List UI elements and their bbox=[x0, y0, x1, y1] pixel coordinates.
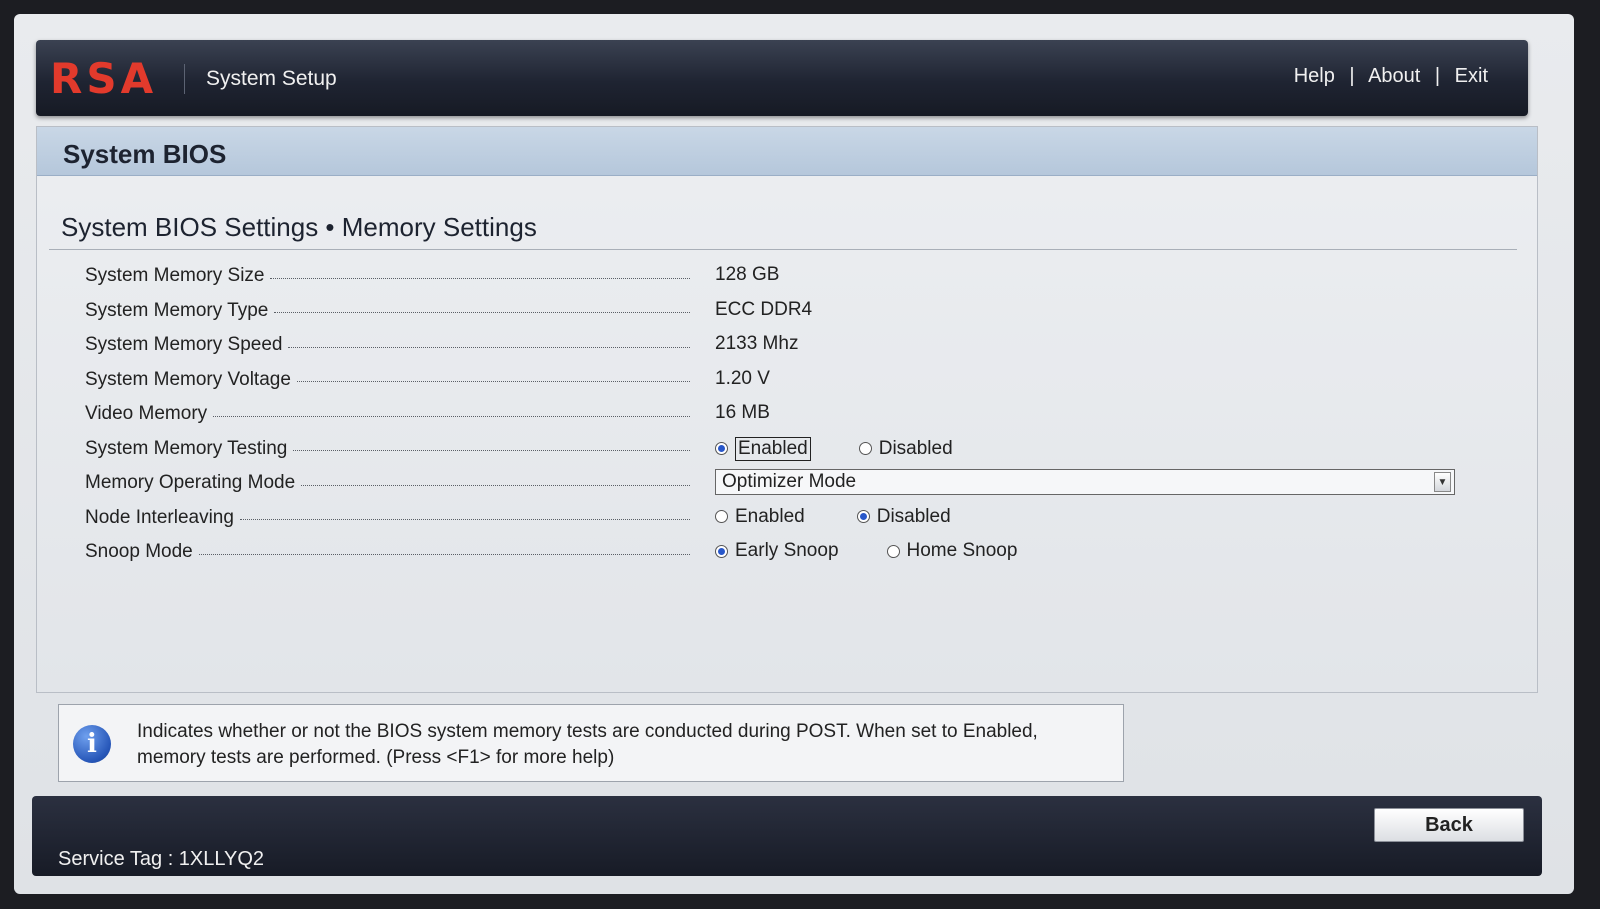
chevron-down-icon[interactable]: ▼ bbox=[1434, 472, 1451, 492]
radio-dot bbox=[886, 544, 900, 558]
radio-label: Early Snoop bbox=[735, 540, 839, 561]
setting-row-operating-mode: Memory Operating Mode Optimizer Mode ▼ bbox=[85, 466, 1515, 501]
setting-row-snoop-mode: Snoop Mode Early Snoop Home Snoop bbox=[85, 535, 1515, 570]
radio-dot bbox=[715, 442, 728, 455]
video-memory-value: 16 MB bbox=[715, 402, 770, 423]
setting-label: System Memory Voltage bbox=[85, 368, 291, 390]
setting-row-memory-testing: System Memory Testing Enabled Disabled bbox=[85, 432, 1515, 467]
link-separator: | bbox=[1349, 65, 1355, 87]
dotted-leader bbox=[301, 484, 690, 486]
info-icon: i bbox=[73, 725, 111, 763]
section-title: System BIOS Settings • Memory Settings bbox=[61, 212, 537, 242]
help-box: i Indicates whether or not the BIOS syst… bbox=[58, 704, 1124, 782]
setting-label: Video Memory bbox=[85, 403, 208, 424]
radio-label: Disabled bbox=[878, 437, 953, 459]
setting-label: System Memory Type bbox=[85, 299, 269, 321]
memory-testing-disabled-radio[interactable]: Disabled bbox=[858, 437, 953, 460]
operating-mode-select[interactable]: Optimizer Mode ▼ bbox=[715, 469, 1455, 495]
panel-header: System BIOS bbox=[37, 127, 1537, 176]
dotted-leader bbox=[274, 312, 690, 313]
setting-row-node-interleaving: Node Interleaving Enabled Disabled bbox=[85, 501, 1515, 536]
setting-label: Snoop Mode bbox=[85, 541, 193, 562]
radio-label: Enabled bbox=[735, 436, 811, 461]
home-snoop-radio[interactable]: Home Snoop bbox=[886, 540, 1018, 562]
radio-label: Home Snoop bbox=[906, 540, 1018, 561]
memory-speed-value: 2133 Mhz bbox=[715, 333, 799, 354]
section-divider bbox=[49, 249, 1517, 250]
panel-title: System BIOS bbox=[63, 139, 227, 169]
memory-voltage-value: 1.20 V bbox=[715, 367, 770, 389]
dotted-leader bbox=[239, 519, 690, 520]
settings-panel: System BIOS System BIOS Settings • Memor… bbox=[36, 126, 1538, 693]
dotted-leader bbox=[270, 277, 690, 279]
setting-row-video-memory: Video Memory 16 MB bbox=[85, 397, 1515, 432]
setting-row-memory-type: System Memory Type ECC DDR4 bbox=[85, 294, 1515, 329]
memory-testing-enabled-radio[interactable]: Enabled bbox=[715, 436, 811, 461]
node-interleaving-enabled-radio[interactable]: Enabled bbox=[715, 506, 805, 528]
dotted-leader bbox=[198, 553, 690, 555]
node-interleaving-disabled-radio[interactable]: Disabled bbox=[856, 505, 951, 528]
radio-dot bbox=[715, 544, 728, 558]
radio-label: Disabled bbox=[876, 505, 951, 527]
setting-label: Node Interleaving bbox=[85, 506, 234, 528]
header-divider bbox=[184, 64, 185, 94]
setting-label: System Memory Testing bbox=[85, 437, 288, 459]
help-link[interactable]: Help bbox=[1294, 65, 1335, 87]
footer-bar: Service Tag : 1XLLYQ2 Back bbox=[32, 796, 1542, 876]
app-title: System Setup bbox=[206, 67, 337, 90]
settings-list: System Memory Size 128 GB System Memory … bbox=[85, 259, 1515, 570]
setting-label: System Memory Size bbox=[85, 265, 265, 286]
dotted-leader bbox=[296, 381, 690, 382]
radio-dot bbox=[856, 510, 870, 523]
about-link[interactable]: About bbox=[1368, 65, 1420, 87]
setting-row-memory-size: System Memory Size 128 GB bbox=[85, 259, 1515, 294]
early-snoop-radio[interactable]: Early Snoop bbox=[715, 540, 839, 562]
bios-screen: RSA System Setup Help | About | Exit Sys… bbox=[14, 14, 1574, 894]
select-value: Optimizer Mode bbox=[722, 471, 857, 492]
setting-row-memory-speed: System Memory Speed 2133 Mhz bbox=[85, 328, 1515, 363]
exit-link[interactable]: Exit bbox=[1455, 65, 1488, 87]
setting-row-memory-voltage: System Memory Voltage 1.20 V bbox=[85, 363, 1515, 398]
memory-size-value: 128 GB bbox=[715, 264, 780, 285]
dotted-leader bbox=[293, 450, 690, 451]
dotted-leader bbox=[288, 346, 690, 348]
top-header: RSA System Setup Help | About | Exit bbox=[36, 40, 1528, 116]
rsa-logo: RSA bbox=[50, 54, 158, 103]
dotted-leader bbox=[213, 415, 690, 417]
memory-type-value: ECC DDR4 bbox=[715, 298, 813, 320]
link-separator: | bbox=[1434, 65, 1441, 87]
radio-dot bbox=[858, 442, 872, 455]
help-text: Indicates whether or not the BIOS system… bbox=[137, 721, 1038, 768]
back-button[interactable]: Back bbox=[1374, 808, 1524, 842]
setting-label: Memory Operating Mode bbox=[85, 472, 296, 493]
service-tag: Service Tag : 1XLLYQ2 bbox=[58, 848, 265, 870]
radio-dot bbox=[715, 510, 728, 523]
top-links: Help | About | Exit bbox=[1294, 65, 1488, 88]
setting-label: System Memory Speed bbox=[85, 334, 283, 355]
radio-label: Enabled bbox=[735, 505, 805, 527]
